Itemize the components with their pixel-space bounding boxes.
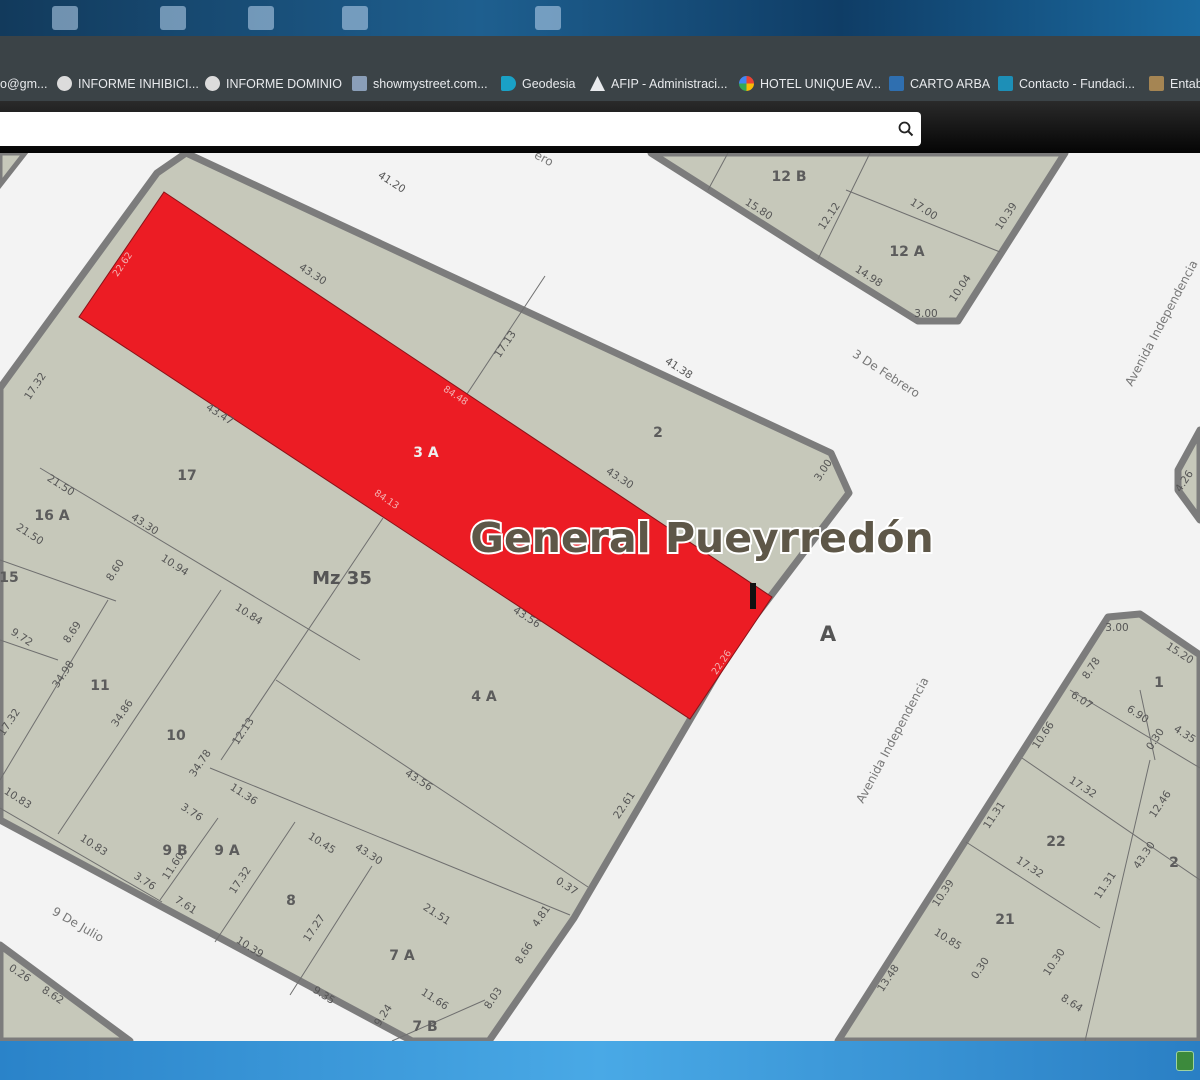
bookmark-item[interactable]: Entab bbox=[1149, 66, 1200, 101]
doc-icon bbox=[1149, 76, 1164, 91]
parcel-label: 7 A bbox=[389, 948, 415, 964]
globe-icon bbox=[205, 76, 220, 91]
bookmark-label: INFORME INHIBICI... bbox=[78, 76, 199, 91]
image-icon bbox=[352, 76, 367, 91]
parcel-label: 3 A bbox=[413, 445, 439, 461]
parcel-label: 11 bbox=[90, 678, 109, 694]
parcel-label: 2 bbox=[653, 425, 663, 441]
parcel-label: 2 bbox=[1169, 855, 1179, 871]
bookmark-item[interactable]: HOTEL UNIQUE AV... bbox=[739, 66, 881, 101]
bookmark-label: AFIP - Administraci... bbox=[611, 76, 728, 91]
parcel-label: 17 bbox=[177, 468, 196, 484]
arba-icon bbox=[889, 76, 904, 91]
search-box bbox=[0, 112, 921, 146]
city-label: General Pueyrredón bbox=[470, 514, 933, 562]
parcel-label: 8 bbox=[286, 893, 296, 909]
bookmark-label: Contacto - Fundaci... bbox=[1019, 76, 1136, 91]
bookmark-item[interactable]: showmystreet.com... bbox=[352, 66, 488, 101]
globe-icon bbox=[57, 76, 72, 91]
google-icon bbox=[739, 76, 754, 91]
search-input[interactable] bbox=[8, 118, 882, 142]
parcel-label: 12 B bbox=[771, 169, 806, 185]
search-button[interactable] bbox=[893, 117, 919, 141]
desktop-shortcut-icon[interactable] bbox=[342, 6, 368, 30]
parcel-label: 10 bbox=[166, 728, 186, 744]
parcel-label: 15 bbox=[0, 570, 19, 586]
bookmark-item[interactable]: CARTO ARBA bbox=[889, 66, 990, 101]
bookmark-item[interactable]: o@gm... bbox=[0, 66, 47, 101]
section-label: A bbox=[820, 622, 837, 646]
bookmark-label: HOTEL UNIQUE AV... bbox=[760, 76, 882, 91]
w-icon bbox=[998, 76, 1013, 91]
afip-icon bbox=[590, 76, 605, 91]
bookmark-item[interactable]: Geodesia bbox=[501, 66, 576, 101]
tray-app-icon[interactable] bbox=[1176, 1051, 1194, 1071]
bookmark-item[interactable]: INFORME INHIBICI... bbox=[57, 66, 199, 101]
search-icon bbox=[898, 121, 914, 137]
desktop-background bbox=[0, 0, 1200, 36]
bookmark-label: Entab bbox=[1170, 76, 1200, 91]
bookmark-label: CARTO ARBA bbox=[910, 76, 991, 91]
bookmark-label: showmystreet.com... bbox=[373, 76, 488, 91]
bookmark-item[interactable]: AFIP - Administraci... bbox=[590, 66, 727, 101]
bookmark-label: o@gm... bbox=[0, 76, 48, 91]
parcel-label: 21 bbox=[995, 912, 1014, 928]
flag-icon bbox=[501, 76, 516, 91]
bookmarks-bar: o@gm... INFORME INHIBICI... INFORME DOMI… bbox=[0, 66, 1200, 101]
windows-taskbar bbox=[0, 1041, 1200, 1080]
browser-tab-strip bbox=[0, 36, 1200, 66]
text-cursor-icon bbox=[750, 583, 756, 609]
bookmark-item[interactable]: Contacto - Fundaci... bbox=[998, 66, 1135, 101]
parcel-label: 7 B bbox=[412, 1019, 437, 1035]
bookmark-item[interactable]: INFORME DOMINIO bbox=[205, 66, 342, 101]
desktop-shortcut-icon[interactable] bbox=[52, 6, 78, 30]
desktop-shortcut-icon[interactable] bbox=[160, 6, 186, 30]
bookmark-label: INFORME DOMINIO bbox=[226, 76, 342, 91]
parcel-label: 12 A bbox=[889, 244, 924, 260]
bookmark-label: Geodesia bbox=[522, 76, 576, 91]
map-canvas[interactable]: 22.62 84.48 84.13 22.26 3 A 17 2 16 A 15… bbox=[0, 153, 1200, 1041]
parcel-label: 22 bbox=[1046, 834, 1065, 850]
desktop-shortcut-icon[interactable] bbox=[535, 6, 561, 30]
parcel-label: 1 bbox=[1154, 675, 1164, 691]
parcel-label: 9 A bbox=[214, 843, 240, 859]
parcel-label: 16 A bbox=[34, 508, 69, 524]
dimension-label: 3.00 bbox=[914, 308, 937, 320]
desktop-shortcut-icon[interactable] bbox=[248, 6, 274, 30]
block-label: Mz 35 bbox=[312, 568, 372, 589]
dimension-label: 3.00 bbox=[1105, 622, 1128, 634]
cadastral-map[interactable]: 22.62 84.48 84.13 22.26 3 A 17 2 16 A 15… bbox=[0, 153, 1200, 1041]
parcel-label: 4 A bbox=[471, 689, 497, 705]
